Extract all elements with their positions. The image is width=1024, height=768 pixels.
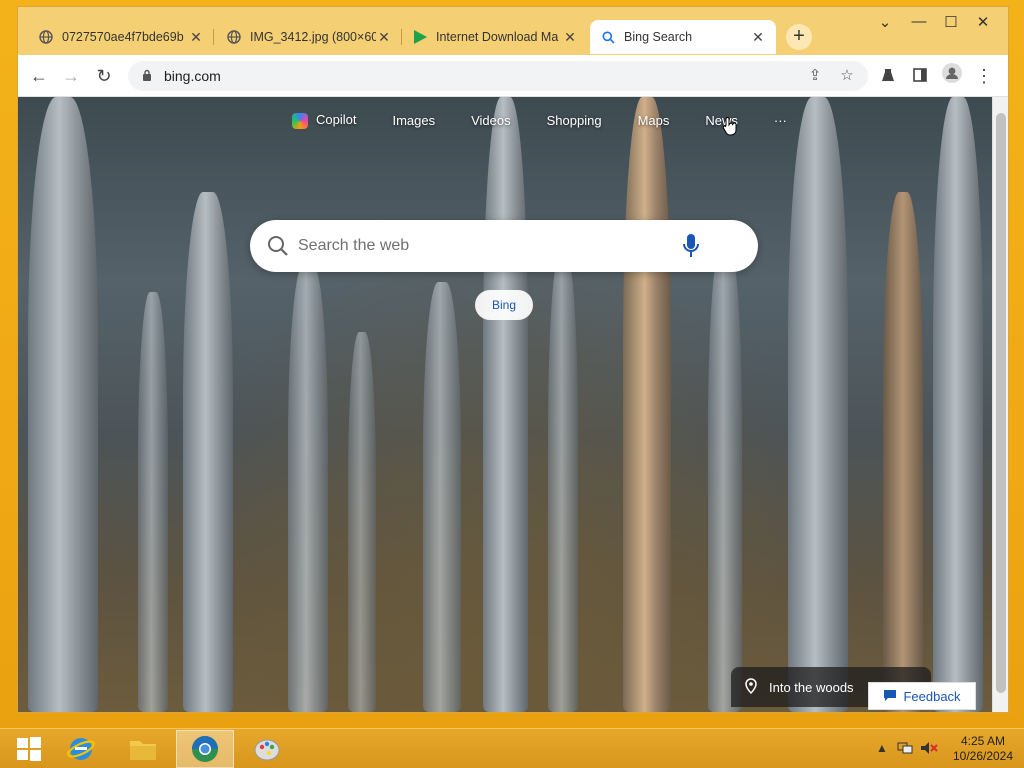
show-hidden-icons-icon[interactable]: ▲ <box>876 741 888 755</box>
paint-icon[interactable] <box>238 730 296 768</box>
copilot-icon <box>292 112 308 129</box>
share-icon[interactable]: ⇪ <box>804 65 826 87</box>
back-button[interactable]: ← <box>26 63 52 89</box>
background-image <box>28 97 98 712</box>
windows-logo-icon <box>17 737 41 761</box>
nav-videos[interactable]: Videos <box>471 113 511 128</box>
reload-button[interactable]: ↻ <box>91 63 117 89</box>
nav-maps[interactable]: Maps <box>638 113 670 128</box>
profile-icon[interactable] <box>939 63 965 89</box>
volume-muted-icon[interactable] <box>920 741 938 758</box>
minimize-button[interactable]: — <box>904 13 934 33</box>
tab-bing-search[interactable]: Bing Search ✕ <box>590 20 776 54</box>
forward-button[interactable]: → <box>58 63 84 89</box>
address-bar[interactable]: bing.com ⇪ ☆ <box>128 61 868 91</box>
browser-toolbar: ← → ↻ bing.com ⇪ ☆ ⋮ <box>18 55 1008 97</box>
nav-more-menu[interactable]: ··· <box>774 113 787 128</box>
search-box <box>250 220 758 272</box>
image-caption: Into the woods <box>769 679 854 695</box>
tab-3[interactable]: Internet Download Ma ✕ <box>402 20 588 54</box>
globe-icon <box>38 29 54 45</box>
tab-title: IMG_3412.jpg (800×60 <box>250 30 376 44</box>
feedback-icon <box>883 689 897 704</box>
tab-2[interactable]: IMG_3412.jpg (800×60 ✕ <box>216 20 402 54</box>
location-pin-icon <box>745 677 757 697</box>
bing-pill-button[interactable]: Bing <box>475 290 533 320</box>
bing-homepage: Copilot Images Videos Shopping Maps News… <box>18 97 992 712</box>
internet-explorer-icon[interactable] <box>52 730 110 768</box>
nav-copilot[interactable]: Copilot <box>292 112 356 129</box>
menu-icon[interactable]: ⋮ <box>971 63 997 89</box>
search-icon <box>600 29 616 45</box>
page-scrollbar[interactable] <box>992 97 1008 712</box>
chrome-taskbar-icon[interactable] <box>176 730 234 768</box>
background-image <box>883 192 923 712</box>
taskbar: ▲ 4:25 AM 10/26/2024 <box>0 728 1024 768</box>
feedback-button[interactable]: Feedback <box>868 682 976 710</box>
network-icon[interactable] <box>897 741 913 758</box>
microphone-icon[interactable] <box>682 233 700 264</box>
clock-date: 10/26/2024 <box>952 749 1014 763</box>
close-window-button[interactable]: ✕ <box>968 13 998 33</box>
close-tab-icon[interactable]: ✕ <box>376 29 392 46</box>
side-panel-icon[interactable] <box>907 63 933 89</box>
bing-nav: Copilot Images Videos Shopping Maps News… <box>292 112 823 129</box>
play-icon <box>412 29 428 45</box>
mouse-cursor-icon <box>722 117 738 142</box>
background-image <box>933 97 983 712</box>
background-image <box>623 97 671 712</box>
background-image <box>708 242 742 712</box>
extensions-icon[interactable] <box>875 63 901 89</box>
clock-time: 4:25 AM <box>960 734 1006 748</box>
start-button[interactable] <box>0 730 58 768</box>
search-input[interactable] <box>298 233 678 259</box>
background-image <box>483 97 528 712</box>
new-tab-button[interactable]: + <box>786 24 812 50</box>
background-image <box>548 252 578 712</box>
background-image <box>183 192 233 712</box>
tab-title: Internet Download Ma <box>436 30 559 44</box>
file-explorer-icon[interactable] <box>114 730 172 768</box>
background-image <box>138 292 168 712</box>
close-tab-icon[interactable]: ✕ <box>750 29 766 46</box>
maximize-button[interactable]: ☐ <box>936 13 966 33</box>
background-image <box>423 282 461 712</box>
close-tab-icon[interactable]: ✕ <box>188 29 204 46</box>
system-clock[interactable]: 4:25 AM 10/26/2024 <box>945 734 1021 764</box>
nav-shopping[interactable]: Shopping <box>547 113 602 128</box>
background-image <box>788 97 848 712</box>
bookmark-star-icon[interactable]: ☆ <box>836 65 858 87</box>
close-tab-icon[interactable]: ✕ <box>562 29 578 46</box>
lock-icon <box>142 69 154 84</box>
search-icon <box>266 234 290 263</box>
background-image <box>348 332 376 712</box>
background-image <box>288 262 328 712</box>
address-text: bing.com <box>164 68 221 84</box>
tab-title: 0727570ae4f7bde69b <box>62 30 184 44</box>
tab-title: Bing Search <box>624 30 693 44</box>
tab-1[interactable]: 0727570ae4f7bde69b ✕ <box>28 20 214 54</box>
tab-search-icon[interactable]: ⌄ <box>870 13 900 33</box>
nav-images[interactable]: Images <box>392 113 435 128</box>
browser-window: 0727570ae4f7bde69b ✕ IMG_3412.jpg (800×6… <box>17 6 1009 713</box>
scrollbar-thumb[interactable] <box>996 113 1006 693</box>
tab-strip: 0727570ae4f7bde69b ✕ IMG_3412.jpg (800×6… <box>18 7 1008 55</box>
globe-icon <box>226 29 242 45</box>
